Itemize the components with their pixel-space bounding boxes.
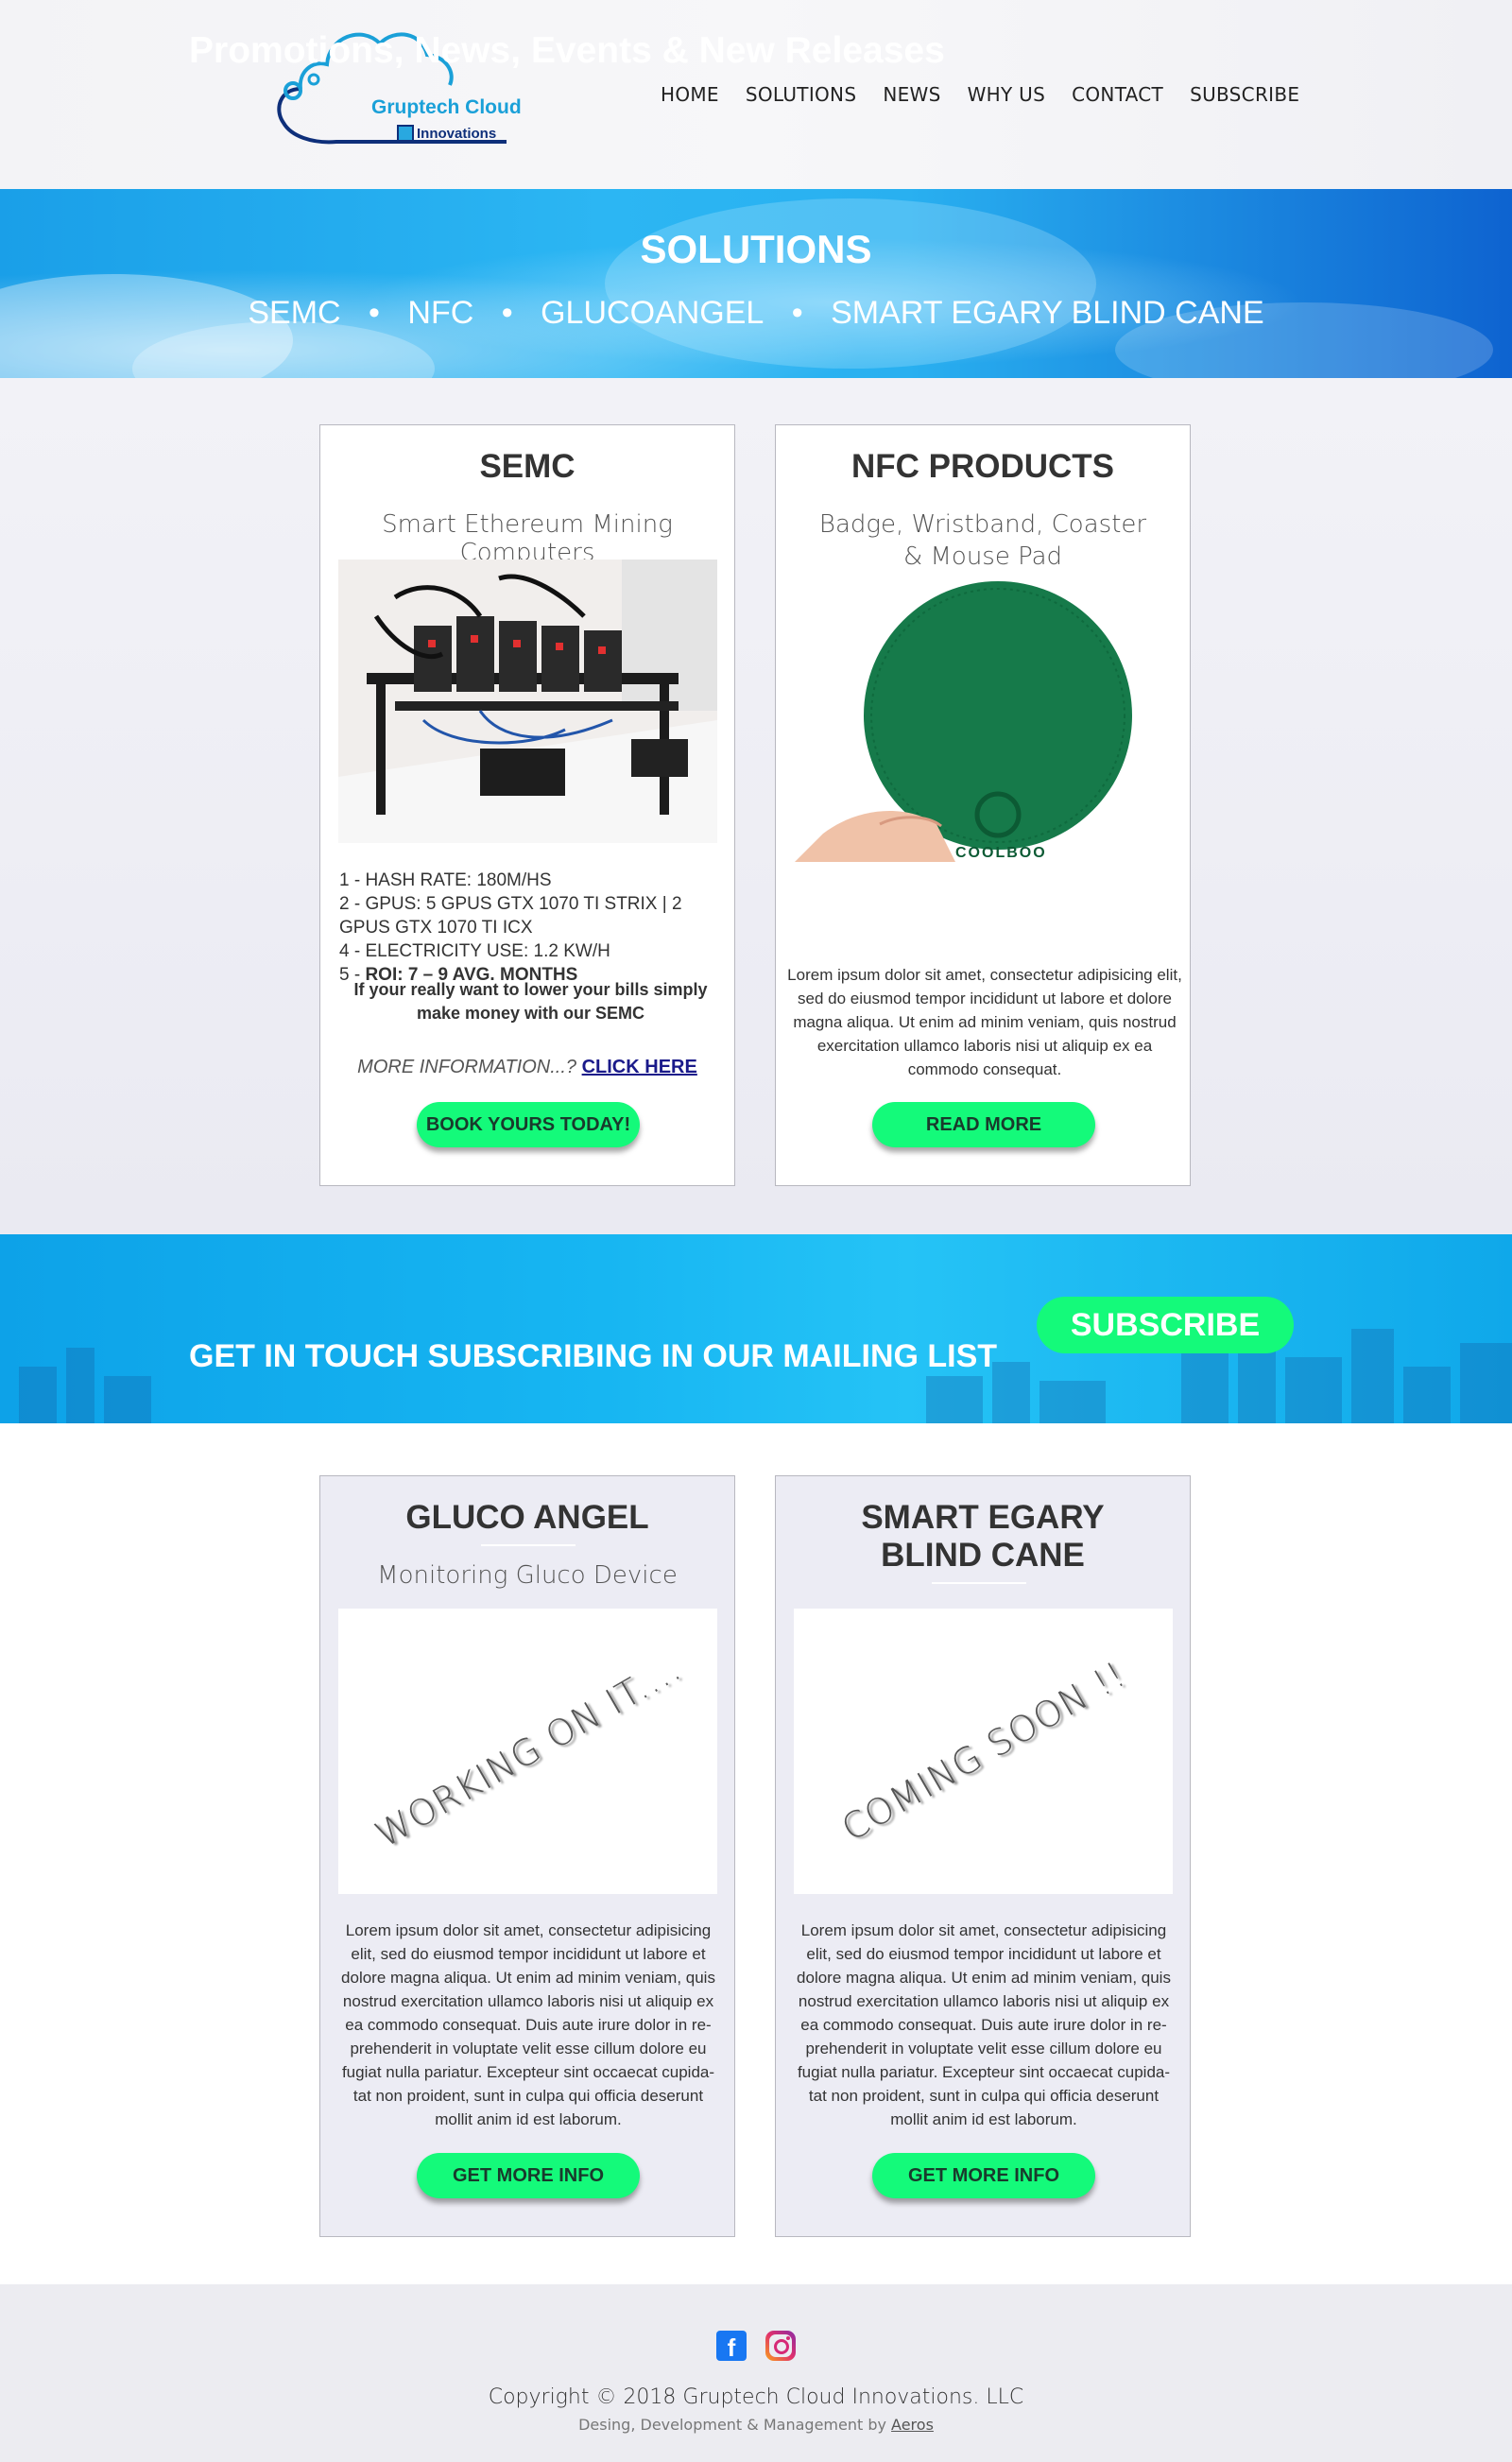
cane-placeholder-image: COMING SOON !! [794, 1609, 1173, 1894]
card-subtitle-line2: & Mouse Pad [902, 542, 1063, 571]
separator-dot: • [369, 295, 380, 331]
nav-why-us[interactable]: WHY US [968, 83, 1046, 106]
subscribe-button[interactable]: SUBSCRIBE [1037, 1297, 1294, 1353]
gluco-get-more-info-button[interactable]: GET MORE INFO [417, 2153, 640, 2198]
solutions-section [0, 378, 1512, 1234]
separator-dot: • [791, 295, 803, 331]
card-title: GLUCO ANGEL [405, 1499, 649, 1536]
nav-home[interactable]: HOME [661, 83, 719, 106]
cane-body-text: Lorem ipsum dolor sit amet, consectetur … [797, 1921, 1171, 2128]
blind-cane-card: SMART EGARY BLIND CANE COMING SOON !! Lo… [775, 1475, 1191, 2237]
solutions-links: SEMC • NFC • GLUCOANGEL • SMART EGARY BL… [0, 295, 1512, 332]
logo-line2: Innovations [397, 125, 496, 142]
spec-hash-rate: 1 - HASH RATE: 180M/HS [339, 870, 552, 890]
copyright-text: Copyright © 2018 Gruptech Cloud Innovati… [488, 2385, 1024, 2409]
main-nav: HOME SOLUTIONS NEWS WHY US CONTACT SUBSC… [661, 83, 1326, 106]
card-title: NFC PRODUCTS [850, 448, 1115, 485]
read-more-button[interactable]: READ MORE [872, 1102, 1095, 1147]
card-title-line2: BLIND CANE [881, 1537, 1085, 1574]
title-divider [481, 1544, 576, 1546]
solution-link-blind-cane[interactable]: SMART EGARY BLIND CANE [831, 295, 1264, 331]
instagram-icon[interactable] [765, 2331, 796, 2361]
nav-contact[interactable]: CONTACT [1072, 83, 1163, 106]
card-subtitle-line1: Badge, Wristband, Coaster [818, 510, 1147, 539]
coming-soon-text: COMING SOON !! [833, 1653, 1133, 1850]
facebook-icon[interactable]: f [716, 2331, 747, 2362]
nfc-body-text: Lorem ipsum dolor sit amet, consectetur … [787, 966, 1182, 1078]
card-title-line1: SMART EGARY [861, 1499, 1105, 1536]
credits-prefix: Desing, Development & Management by [578, 2416, 892, 2434]
semc-pitch: If your really want to lower your bills … [353, 980, 708, 1023]
more-information-label: MORE INFORMATION...? [357, 1057, 582, 1077]
credits-text: Desing, Development & Management by Aero… [0, 2416, 1512, 2434]
spec-gpus: 2 - GPUS: 5 GPUS GTX 1070 TI STRIX | 2 G… [339, 894, 682, 938]
instagram-dot [786, 2336, 790, 2340]
nav-subscribe[interactable]: SUBSCRIBE [1190, 83, 1299, 106]
click-here-link[interactable]: CLICK HERE [582, 1057, 697, 1077]
separator-dot: • [501, 295, 513, 331]
upcoming-section [0, 1423, 1512, 2283]
logo-box-icon [397, 125, 414, 142]
card-subtitle: Smart Ethereum Mining Computers [382, 510, 673, 567]
gluco-placeholder-image: WORKING ON IT.... [338, 1609, 717, 1894]
site-footer [0, 2283, 1512, 2462]
solution-link-semc[interactable]: SEMC [248, 295, 340, 331]
nfc-card: NFC PRODUCTS Badge, Wristband, Coaster &… [775, 424, 1191, 1186]
spec-electricity: 4 - ELECTRICITY USE: 1.2 KW/H [339, 941, 610, 961]
semc-spec-list: 1 - HASH RATE: 180M/HS 2 - GPUS: 5 GPUS … [339, 869, 727, 987]
logo-line2-text: Innovations [417, 126, 497, 142]
gluco-angel-card: GLUCO ANGEL Monitoring Gluco Device WORK… [319, 1475, 735, 2237]
working-on-it-text: WORKING ON IT.... [368, 1646, 688, 1856]
card-title: SEMC [479, 448, 576, 485]
book-yours-button[interactable]: BOOK YOURS TODAY! [417, 1102, 640, 1147]
coaster-brand: COOLBOO [955, 845, 1047, 861]
clouds-background [0, 198, 1493, 378]
promo-headline: Promotions, News, Events & New Releases [189, 30, 945, 71]
gluco-body-text: Lorem ipsum dolor sit amet, consectetur … [341, 1921, 715, 2128]
title-divider [932, 1582, 1026, 1584]
solution-link-nfc[interactable]: NFC [407, 295, 473, 331]
more-information: MORE INFORMATION...? CLICK HERE [320, 1057, 734, 1078]
solutions-banner [0, 189, 1512, 378]
site-header: Gruptech Cloud Innovations HOME SOLUTION… [0, 0, 1512, 189]
solution-link-glucoangel[interactable]: GLUCOANGEL [541, 295, 764, 331]
aeros-link[interactable]: Aeros [891, 2416, 934, 2434]
mining-rig-image [338, 560, 717, 843]
cane-get-more-info-button[interactable]: GET MORE INFO [872, 2153, 1095, 2198]
semc-card: SEMC Smart Ethereum Mining Computers 1 -… [319, 424, 735, 1186]
logo-line1: Gruptech Cloud [371, 96, 522, 118]
nav-news[interactable]: NEWS [883, 83, 940, 106]
solutions-title: SOLUTIONS [640, 227, 872, 271]
nfc-coaster-image: COOLBOO [795, 578, 1174, 862]
nav-solutions[interactable]: SOLUTIONS [746, 83, 856, 106]
card-subtitle: Monitoring Gluco Device [377, 1561, 678, 1590]
promo-subline: GET IN TOUCH SUBSCRIBING IN OUR MAILING … [189, 1338, 998, 1374]
